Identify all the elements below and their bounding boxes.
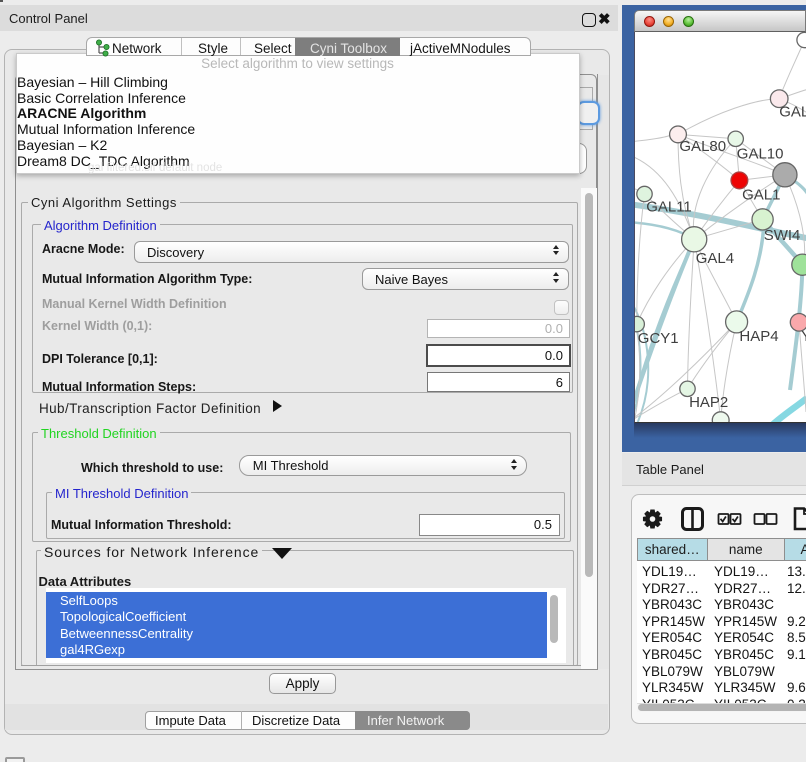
svg-text:GAL7: GAL7 <box>779 103 806 120</box>
svg-text:GAL1: GAL1 <box>742 187 780 204</box>
svg-text:SWI4: SWI4 <box>764 227 801 244</box>
svg-text:GAL11: GAL11 <box>646 199 692 216</box>
svg-text:GCY1: GCY1 <box>638 330 679 347</box>
svg-text:HAP2: HAP2 <box>689 394 728 411</box>
svg-text:Y: Y <box>801 328 806 345</box>
svg-text:GAL4: GAL4 <box>696 250 734 267</box>
svg-text:HAP4: HAP4 <box>739 328 778 345</box>
svg-text:GAL80: GAL80 <box>679 138 726 155</box>
svg-text:GAL10: GAL10 <box>737 145 784 162</box>
